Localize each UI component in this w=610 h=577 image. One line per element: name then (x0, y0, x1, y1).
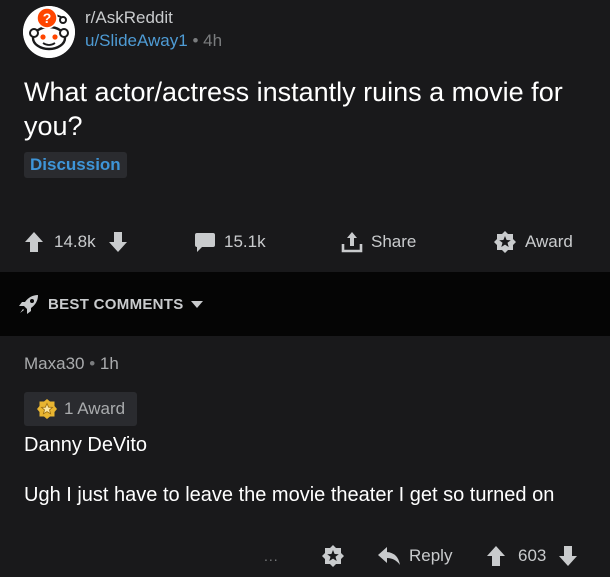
post-age: 4h (203, 31, 223, 50)
reply-label: Reply (409, 546, 453, 565)
downvote-icon[interactable] (558, 545, 578, 567)
comments-button[interactable]: 15.1k (194, 228, 266, 256)
chevron-down-icon (190, 301, 203, 308)
rocket-icon (19, 295, 38, 314)
subreddit-name[interactable]: r/AskReddit (85, 8, 173, 28)
comment-author[interactable]: Maxa30 (24, 354, 84, 373)
comment-count: 15.1k (224, 232, 266, 251)
more-button[interactable]: ... (264, 542, 279, 570)
comment-vote-group: 603 (486, 542, 578, 570)
award-label: Award (525, 232, 573, 251)
comment-icon (195, 233, 215, 252)
comment-age: 1h (99, 354, 119, 373)
award-chip-label: 1 Award (64, 399, 126, 418)
post-flair[interactable]: Discussion (24, 152, 127, 178)
upvote-icon[interactable] (24, 231, 44, 253)
comment-body: Ugh I just have to leave the movie theat… (24, 484, 555, 506)
comment-award-button[interactable] (321, 542, 345, 570)
comment-action-bar: ... Reply 603 (0, 542, 610, 570)
meta-separator: • (89, 354, 96, 373)
svg-text:?: ? (43, 10, 52, 26)
post-score: 14.8k (54, 232, 96, 251)
reply-button[interactable]: Reply (377, 542, 452, 570)
comment-score: 603 (518, 546, 547, 565)
subreddit-avatar[interactable]: ? (23, 6, 75, 58)
reddit-snoo-icon: ? (23, 6, 75, 58)
comment-meta: Maxa30 • 1h (24, 354, 119, 374)
comment-sort-bar: BEST COMMENTS (0, 272, 610, 336)
upvote-icon[interactable] (486, 545, 506, 567)
share-icon (341, 232, 363, 253)
award-button[interactable]: Award (493, 228, 573, 256)
comment: Maxa30 • 1h 1 Award Danny DeVito Ugh I j… (0, 336, 610, 577)
sort-dropdown[interactable]: BEST COMMENTS (18, 292, 204, 316)
post-author[interactable]: u/SlideAway1 (85, 31, 188, 50)
award-icon (494, 231, 516, 253)
comment-headline: Danny DeVito (24, 434, 148, 456)
vote-group: 14.8k (24, 228, 128, 256)
post-card: ? r/AskReddit u/SlideAway1 • 4h What act… (0, 0, 610, 272)
share-label: Share (371, 232, 417, 251)
post-action-bar: 14.8k 15.1k Share Award (0, 228, 610, 256)
more-icon: ... (264, 548, 279, 564)
sort-label: BEST COMMENTS (48, 295, 184, 313)
share-button[interactable]: Share (341, 228, 416, 256)
post-title[interactable]: What actor/actress instantly ruins a mov… (24, 75, 584, 143)
award-badge-icon (37, 399, 57, 419)
meta-separator: • (192, 31, 199, 50)
award-icon (322, 545, 344, 567)
reply-icon (378, 547, 400, 565)
post-meta: u/SlideAway1 • 4h (85, 31, 222, 51)
downvote-icon[interactable] (108, 231, 128, 253)
comment-award-chip[interactable]: 1 Award (24, 392, 138, 426)
